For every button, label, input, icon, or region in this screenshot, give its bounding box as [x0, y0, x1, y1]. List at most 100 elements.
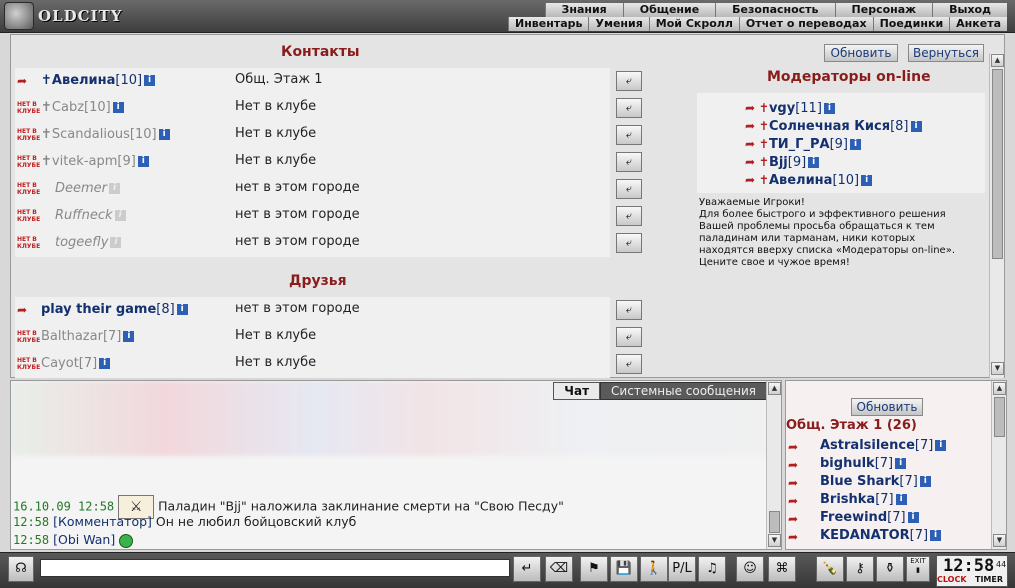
online-user-row[interactable]: ➦ Brishka[7] i	[786, 492, 991, 510]
filter-icon[interactable]: ⚑	[580, 556, 608, 582]
info-icon[interactable]: i	[895, 494, 907, 505]
scroll-down-icon[interactable]: ▼	[991, 362, 1004, 375]
private-message-button[interactable]: ⤶	[616, 206, 642, 226]
contact-name[interactable]: Balthazar[7] i	[41, 329, 135, 344]
scroll-up-icon[interactable]: ▲	[991, 54, 1004, 67]
moderator-name[interactable]: Bjj	[769, 155, 788, 170]
private-message-button[interactable]: ⤶	[616, 98, 642, 118]
info-icon[interactable]: i	[895, 458, 907, 469]
app-logo[interactable]: OLDCITY	[4, 2, 124, 30]
smiley-icon[interactable]: ☺	[736, 556, 764, 582]
eraser-icon[interactable]: ⌫	[545, 556, 573, 582]
online-user-row[interactable]: ➦ Astralsilence[7] i	[786, 438, 991, 456]
online-user-row[interactable]: ➦ bighulk[7] i	[786, 456, 991, 474]
nav-inventory[interactable]: Инвентарь	[508, 17, 589, 31]
exit-button[interactable]: EXIT ▮	[906, 556, 930, 582]
contact-nick[interactable]: Deemer	[55, 181, 107, 196]
contact-nick[interactable]: Balthazar	[41, 329, 103, 344]
online-user[interactable]: Brishka[7] i	[820, 492, 907, 507]
nav-my-scroll[interactable]: Мой Скролл	[648, 17, 739, 31]
message-user[interactable]: [Комментатор]	[53, 514, 152, 529]
chat-scrollbar[interactable]: ▲ ▼	[766, 381, 781, 549]
info-icon[interactable]: i	[910, 121, 922, 132]
tab-system-messages[interactable]: Системные сообщения	[600, 382, 767, 400]
scroll-up-icon[interactable]: ▲	[768, 382, 781, 395]
tab-chat[interactable]: Чат	[553, 382, 601, 400]
online-user[interactable]: KEDANATOR[7] i	[820, 528, 942, 543]
online-user-row[interactable]: ➦ Freewind[7] i	[786, 510, 991, 528]
info-icon[interactable]: i	[935, 440, 947, 451]
nav-communication[interactable]: Общение	[622, 3, 716, 17]
online-user-row[interactable]: ➦ Blue Shark[7] i	[786, 474, 991, 492]
contact-nick[interactable]: Ruffneck	[55, 208, 113, 223]
private-message-button[interactable]: ⤶	[616, 71, 642, 91]
info-icon[interactable]: i	[137, 156, 149, 167]
info-icon[interactable]: i	[907, 512, 919, 523]
contact-name[interactable]: play their game[8] i	[41, 302, 188, 317]
keys-icon[interactable]: ⚷	[846, 556, 874, 582]
info-icon[interactable]: i	[176, 304, 188, 315]
private-message-button[interactable]: ⤶	[616, 354, 642, 374]
private-message-button[interactable]: ⤶	[616, 300, 642, 320]
back-button[interactable]: Вернуться	[908, 44, 984, 62]
bag-icon[interactable]: ⚱	[876, 556, 904, 582]
moderator-name[interactable]: Солнечная Кися	[769, 119, 890, 134]
map-icon[interactable]: ⌘	[768, 556, 796, 582]
private-message-button[interactable]: ⤶	[616, 327, 642, 347]
private-message-button[interactable]: ⤶	[616, 125, 642, 145]
online-user[interactable]: Freewind[7] i	[820, 510, 919, 525]
contact-nick[interactable]: vitek-apm	[52, 154, 118, 169]
online-user-name[interactable]: bighulk	[820, 456, 875, 471]
timer-label[interactable]: TIMER	[975, 575, 1003, 584]
info-icon[interactable]: i	[110, 237, 122, 248]
chat-input[interactable]	[40, 559, 510, 577]
contact-name[interactable]: ✝Scandalious[10] i	[41, 127, 170, 142]
moderator-item[interactable]: ➦ ✝vgy[11] i	[745, 101, 835, 116]
info-icon[interactable]: i	[109, 183, 121, 194]
contact-nick[interactable]: togeefly	[55, 235, 108, 250]
nav-knowledge[interactable]: Знания	[544, 3, 623, 17]
info-icon[interactable]: i	[114, 210, 126, 221]
nav-profile[interactable]: Анкета	[949, 17, 1007, 31]
info-icon[interactable]: i	[849, 139, 861, 150]
online-user-name[interactable]: KEDANATOR	[820, 528, 910, 543]
scroll-down-icon[interactable]: ▼	[993, 534, 1006, 547]
save-icon[interactable]: 💾	[610, 556, 638, 582]
private-message-button[interactable]: ⤶	[616, 152, 642, 172]
moderator-item[interactable]: ➦ ✝Авелина[10] i	[745, 173, 873, 188]
online-user[interactable]: bighulk[7] i	[820, 456, 907, 471]
chat-mode-icon[interactable]: ☊	[8, 556, 34, 582]
nav-transfer-report[interactable]: Отчет о переводах	[738, 17, 873, 31]
walk-icon[interactable]: 🚶	[640, 556, 668, 582]
message-user[interactable]: [Obi Wan]	[53, 532, 115, 547]
clock-label[interactable]: CLOCK	[937, 575, 967, 584]
moderator-name[interactable]: ТИ_Г_РА	[769, 137, 830, 152]
nav-skills[interactable]: Умения	[588, 17, 649, 31]
info-icon[interactable]: i	[919, 476, 931, 487]
send-icon[interactable]: ↵	[513, 556, 541, 582]
contact-nick[interactable]: Cabz	[52, 100, 84, 115]
info-icon[interactable]: i	[112, 102, 124, 113]
info-icon[interactable]: i	[99, 358, 111, 369]
online-user-name[interactable]: Astralsilence	[820, 438, 915, 453]
nav-security[interactable]: Безопасность	[715, 3, 835, 17]
info-icon[interactable]: i	[808, 157, 820, 168]
info-icon[interactable]: i	[823, 103, 835, 114]
scroll-up-icon[interactable]: ▲	[993, 382, 1006, 395]
info-icon[interactable]: i	[123, 331, 135, 342]
scroll-thumb[interactable]	[994, 397, 1005, 437]
contact-nick[interactable]: Cayot	[41, 356, 79, 371]
moderator-item[interactable]: ➦ ✝Солнечная Кися[8] i	[745, 119, 922, 134]
nav-exit[interactable]: Выход	[932, 3, 1007, 17]
contact-name[interactable]: ✝Cabz[10] i	[41, 100, 124, 115]
contact-nick[interactable]: Авелина	[52, 73, 116, 88]
private-message-button[interactable]: ⤶	[616, 179, 642, 199]
moderator-name[interactable]: vgy	[769, 101, 795, 116]
moderator-item[interactable]: ➦ ✝ТИ_Г_РА[9] i	[745, 137, 861, 152]
refresh-button[interactable]: Обновить	[824, 44, 898, 62]
scroll-thumb[interactable]	[992, 69, 1003, 259]
contact-nick[interactable]: Scandalious	[52, 127, 130, 142]
bottle-icon[interactable]: 🍾	[816, 556, 844, 582]
contact-name[interactable]: Ruffneck i	[55, 208, 126, 223]
main-scrollbar[interactable]: ▲ ▼	[989, 53, 1004, 378]
